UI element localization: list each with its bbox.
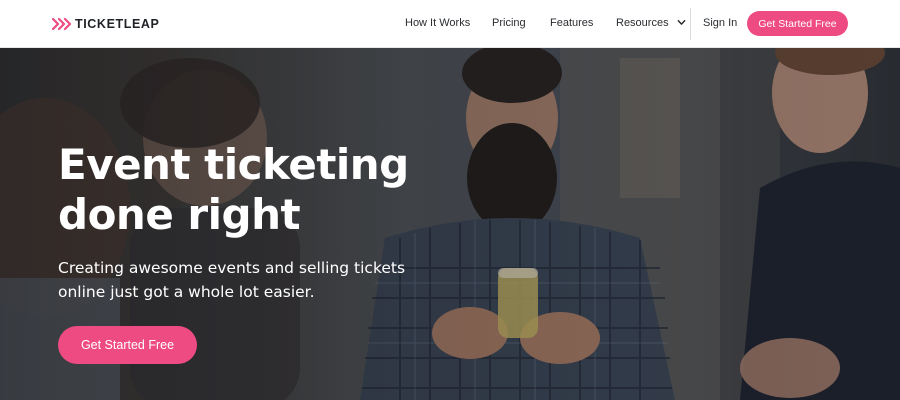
nav-get-started-button[interactable]: Get Started Free bbox=[747, 11, 848, 36]
hero-subtitle: Creating awesome events and selling tick… bbox=[58, 259, 406, 301]
chevron-down-icon bbox=[677, 19, 686, 25]
hero-title: Event ticketing done right bbox=[58, 140, 409, 239]
sign-in-link[interactable]: Sign In bbox=[703, 17, 737, 29]
nav-features[interactable]: Features bbox=[550, 17, 593, 29]
hero-section: Event ticketing done right Creating awes… bbox=[0, 48, 900, 400]
nav-pricing[interactable]: Pricing bbox=[492, 17, 526, 29]
brand-name: TICKETLEAP bbox=[75, 17, 160, 31]
top-navigation: TICKETLEAP How It Works Pricing Features… bbox=[0, 0, 900, 48]
nav-resources-label: Resources bbox=[616, 17, 669, 29]
nav-divider bbox=[690, 8, 691, 40]
nav-how-it-works[interactable]: How It Works bbox=[405, 17, 470, 29]
ticketleap-logo[interactable]: TICKETLEAP bbox=[52, 15, 159, 33]
nav-resources[interactable]: Resources bbox=[616, 17, 686, 29]
ticketleap-arrows-icon bbox=[52, 17, 72, 31]
hero-get-started-button[interactable]: Get Started Free bbox=[58, 326, 197, 364]
